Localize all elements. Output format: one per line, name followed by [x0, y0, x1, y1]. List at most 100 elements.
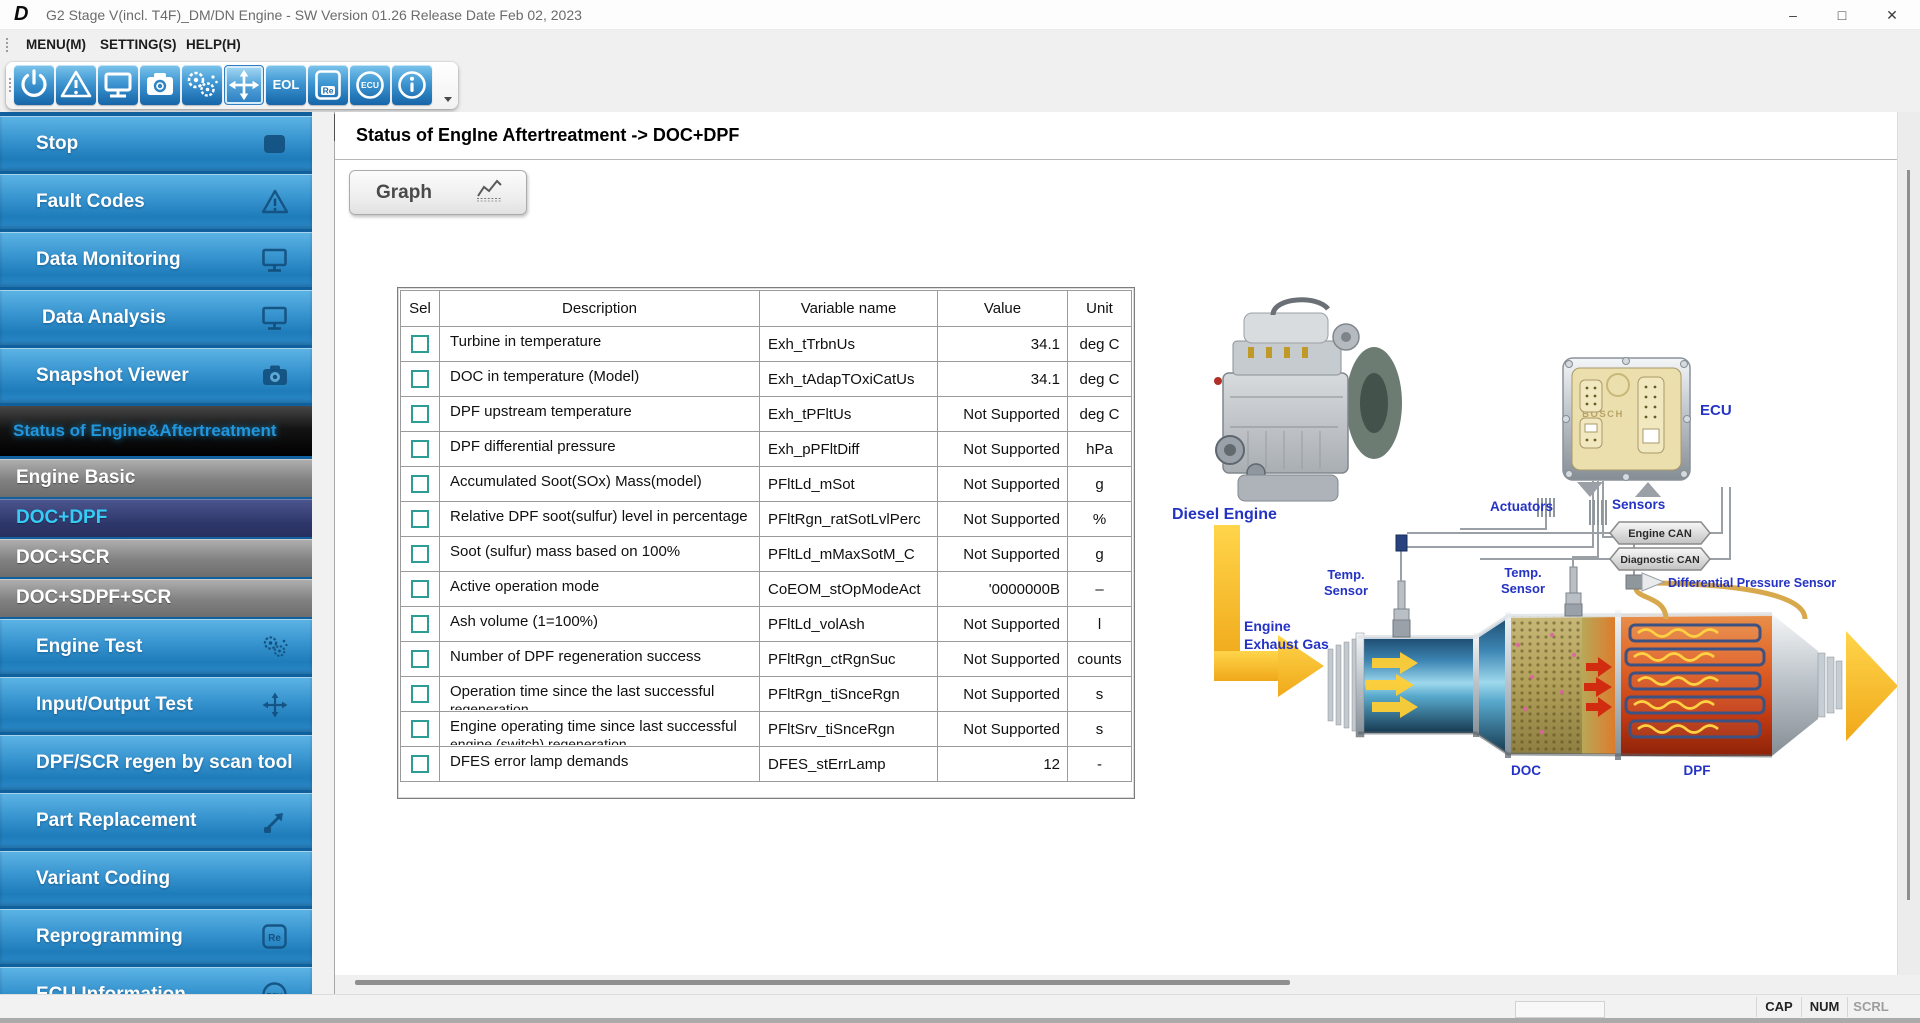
cell-description: Turbine in temperature — [440, 327, 760, 362]
camera-icon — [140, 65, 180, 105]
monitor-icon — [98, 65, 138, 105]
row-checkbox[interactable] — [411, 440, 429, 458]
cell-value: '0000000B — [938, 572, 1068, 607]
cell-value: Not Supported — [938, 712, 1068, 747]
table-row[interactable]: DOC in temperature (Model) Exh_tAdapTOxi… — [401, 362, 1132, 397]
cell-variable: Exh_tAdapTOxiCatUs — [760, 362, 938, 397]
snapshot-button[interactable] — [140, 65, 180, 105]
cell-unit: counts — [1068, 642, 1132, 677]
dps-label: Differential Pressure Sensor — [1668, 576, 1836, 590]
sidebar-item-input-output-test[interactable]: Input/Output Test — [0, 677, 312, 732]
info-button[interactable] — [392, 65, 432, 105]
fault-codes-button[interactable] — [56, 65, 96, 105]
toolbar-overflow-chevron-icon[interactable] — [444, 97, 452, 102]
col-header-value: Value — [938, 291, 1068, 327]
cell-description: Relative DPF soot(sulfur) level in perce… — [440, 502, 760, 537]
re-icon: Re — [260, 922, 290, 952]
ecu-info-button[interactable]: ECU — [350, 65, 390, 105]
sidebar-item-engine-basic[interactable]: Engine Basic — [0, 459, 312, 497]
sidebar-item-variant-coding[interactable]: Variant Coding — [0, 851, 312, 906]
io-test-button[interactable] — [224, 65, 264, 105]
reprogramming-button[interactable]: Re — [308, 65, 348, 105]
close-button[interactable]: ✕ — [1868, 0, 1916, 30]
minimize-button[interactable]: – — [1769, 0, 1817, 30]
gears-icon — [182, 65, 222, 105]
num-lock-indicator: NUM — [1801, 997, 1847, 1017]
menu-help[interactable]: HELP(H) — [186, 30, 241, 60]
temp-sensor-1-glyph — [1393, 581, 1410, 637]
table-row[interactable]: Accumulated Soot(SOx) Mass(model) PFltLd… — [401, 467, 1132, 502]
horizontal-scrollbar-thumb[interactable] — [355, 980, 1290, 985]
maximize-button[interactable]: □ — [1818, 0, 1866, 30]
table-row[interactable]: Turbine in temperature Exh_tTrbnUs 34.1 … — [401, 327, 1132, 362]
sidebar-item-ecu-information[interactable]: ECU Information ECU — [0, 967, 312, 994]
table-row[interactable]: Engine operating time since last success… — [401, 712, 1132, 747]
replace-arrow-icon — [260, 806, 290, 836]
table-row[interactable]: Number of DPF regeneration success PFltR… — [401, 642, 1132, 677]
cross-arrows-icon — [260, 690, 290, 720]
row-checkbox[interactable] — [411, 580, 429, 598]
cell-value: Not Supported — [938, 677, 1068, 712]
re-icon: Re — [308, 65, 348, 105]
sidebar-item-part-replacement[interactable]: Part Replacement — [0, 793, 312, 848]
sidebar-item-engine-test[interactable]: Engine Test — [0, 619, 312, 674]
window-title: G2 Stage V(incl. T4F)_DM/DN Engine - SW … — [46, 7, 582, 23]
cell-variable: PFltSrv_tiSnceRgn — [760, 712, 938, 747]
vertical-scrollbar-thumb[interactable] — [1907, 170, 1910, 900]
row-checkbox[interactable] — [411, 615, 429, 633]
doc-label: DOC — [1511, 763, 1541, 778]
cell-variable: Exh_pPFltDiff — [760, 432, 938, 467]
row-checkbox[interactable] — [411, 685, 429, 703]
menu-menu[interactable]: MENU(M) — [26, 30, 86, 60]
sidebar-item-doc-scr[interactable]: DOC+SCR — [0, 539, 312, 577]
graph-button[interactable]: Graph — [349, 170, 527, 215]
sidebar-item-reprogramming[interactable]: Reprogramming Re — [0, 909, 312, 964]
menu-setting[interactable]: SETTING(S) — [100, 30, 177, 60]
ecu-illustration: BOSCH — [1563, 358, 1691, 481]
table-row[interactable]: Relative DPF soot(sulfur) level in perce… — [401, 502, 1132, 537]
ecu-label: ECU — [1700, 402, 1732, 419]
row-checkbox[interactable] — [411, 510, 429, 528]
sidebar-item-snapshot-viewer[interactable]: Snapshot Viewer — [0, 348, 312, 403]
vertical-scrollbar[interactable] — [1897, 112, 1920, 975]
horizontal-scrollbar[interactable] — [335, 975, 1897, 994]
row-checkbox[interactable] — [411, 545, 429, 563]
table-row[interactable]: Operation time since the last successful… — [401, 677, 1132, 712]
row-checkbox[interactable] — [411, 650, 429, 668]
table-row[interactable]: Soot (sulfur) mass based on 100% PFltLd_… — [401, 537, 1132, 572]
power-button[interactable] — [14, 65, 54, 105]
engine-test-button[interactable] — [182, 65, 222, 105]
row-checkbox[interactable] — [411, 755, 429, 773]
row-checkbox[interactable] — [411, 335, 429, 353]
window-bottom-edge — [0, 1018, 1920, 1023]
engine-illustration — [1214, 300, 1402, 501]
sidebar-item-dpf-scr-regen[interactable]: DPF/SCR regen by scan tool — [0, 735, 312, 790]
table-row[interactable]: Ash volume (1=100%) PFltLd_volAsh Not Su… — [401, 607, 1132, 642]
sidebar-section-status-of-engine-aftertreatment[interactable]: Status of Engine&Aftertreatment — [0, 406, 312, 456]
sidebar-item-data-analysis[interactable]: Data Analysis — [0, 290, 312, 345]
cell-variable: PFltLd_mMaxSotM_C — [760, 537, 938, 572]
table-row[interactable]: Active operation mode CoEOM_stOpModeAct … — [401, 572, 1132, 607]
diagnostic-can-label: Diagnostic CAN — [1620, 554, 1699, 566]
sidebar-item-fault-codes[interactable]: Fault Codes — [0, 174, 312, 229]
col-header-unit: Unit — [1068, 291, 1132, 327]
table-row[interactable]: DPF upstream temperature Exh_tPFltUs Not… — [401, 397, 1132, 432]
row-checkbox[interactable] — [411, 370, 429, 388]
table-row[interactable]: DFES error lamp demands DFES_stErrLamp 1… — [401, 747, 1132, 782]
ecu-icon: ECU — [260, 980, 290, 995]
svg-text:Re: Re — [268, 933, 281, 944]
sidebar-item-data-monitoring[interactable]: Data Monitoring — [0, 232, 312, 287]
data-monitoring-button[interactable] — [98, 65, 138, 105]
sidebar-item-doc-sdpf-scr[interactable]: DOC+SDPF+SCR — [0, 579, 312, 617]
table-row[interactable]: DPF differential pressure Exh_pPFltDiff … — [401, 432, 1132, 467]
sidebar-item-stop[interactable]: Stop — [0, 116, 312, 171]
cell-value: Not Supported — [938, 467, 1068, 502]
row-checkbox[interactable] — [411, 720, 429, 738]
sidebar-item-doc-dpf[interactable]: DOC+DPF — [0, 499, 312, 537]
row-checkbox[interactable] — [411, 475, 429, 493]
row-checkbox[interactable] — [411, 405, 429, 423]
engine-exhaust-gas-label: Engine — [1244, 618, 1291, 634]
cell-description: Engine operating time since last success… — [440, 712, 760, 747]
eol-button[interactable]: EOL — [266, 65, 306, 105]
cell-unit: – — [1068, 572, 1132, 607]
